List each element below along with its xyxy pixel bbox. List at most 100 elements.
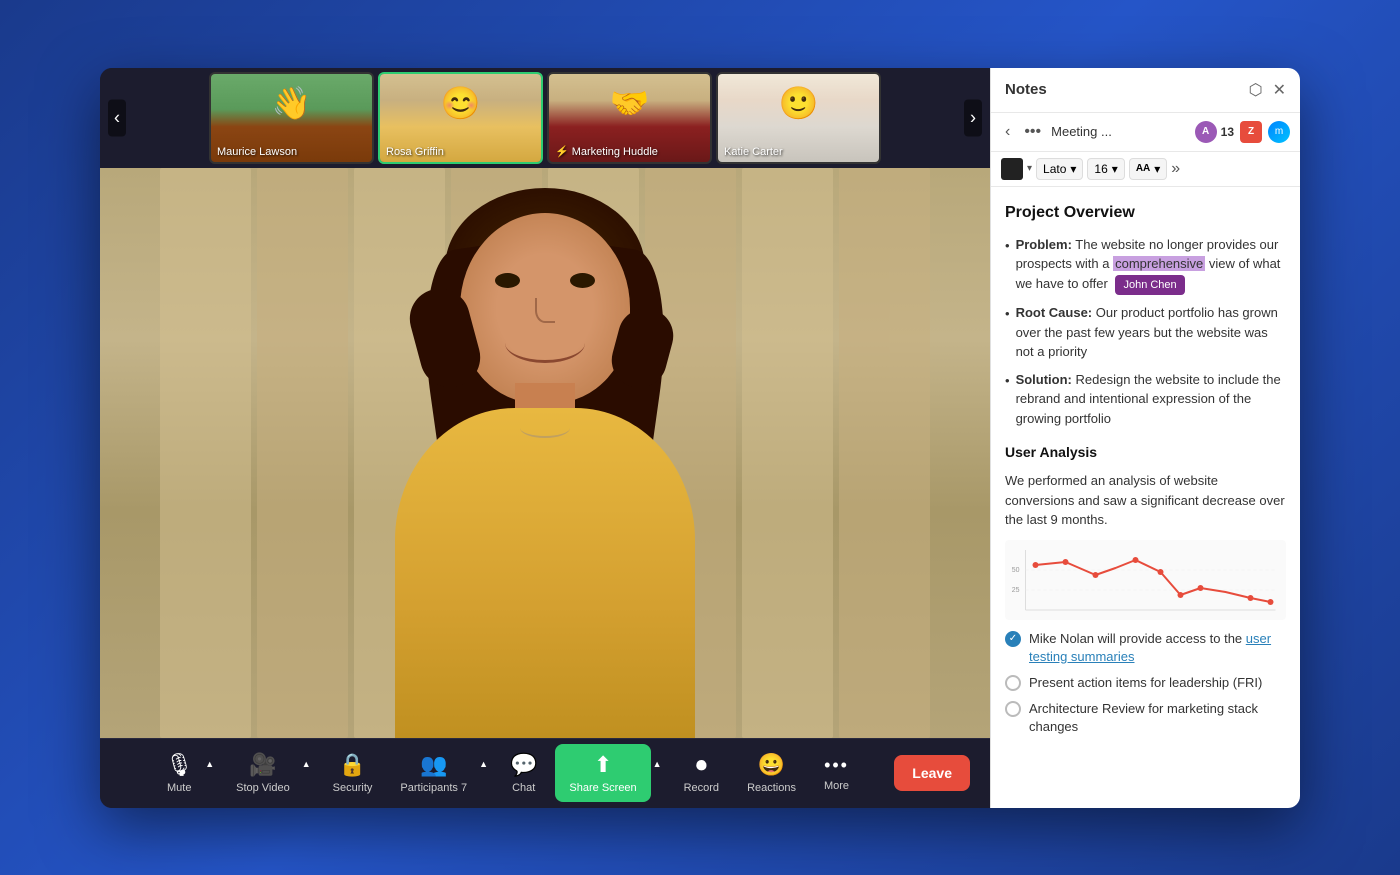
more-icon: •••	[824, 755, 849, 776]
mute-button[interactable]: 🎙 Mute	[155, 746, 203, 800]
chart-svg: 50 25	[1005, 540, 1286, 620]
reactions-label: Reactions	[747, 782, 796, 794]
notes-menu-button[interactable]: •••	[1020, 121, 1045, 143]
mic-icon: 🎙	[165, 752, 193, 778]
solution-label: Solution:	[1016, 372, 1072, 387]
participant-count: A 13	[1195, 121, 1234, 143]
svg-text:25: 25	[1012, 587, 1020, 594]
main-video-bg	[100, 168, 990, 738]
video-arrow-button[interactable]: ▲	[300, 753, 315, 793]
todo-text-1: Mike Nolan will provide access to the us…	[1029, 630, 1286, 666]
stop-video-button[interactable]: 🎥 Stop Video	[226, 746, 300, 800]
notes-panel-title: Notes	[1005, 81, 1047, 98]
security-button[interactable]: 🔒 Security	[323, 746, 383, 800]
participant-number: 13	[1221, 125, 1234, 139]
thumbnail-4[interactable]: 🙂 Katie Carter	[716, 72, 881, 164]
security-icon: 🔒	[339, 752, 366, 778]
text-aa-chevron: ▾	[1154, 162, 1160, 176]
notes-heading-2: User Analysis	[1005, 442, 1286, 463]
root-cause-label: Root Cause:	[1016, 305, 1093, 320]
todo-item-2: Present action items for leadership (FRI…	[1005, 674, 1286, 692]
todo-text-3: Architecture Review for marketing stack …	[1029, 700, 1286, 736]
font-family-chevron: ▾	[1070, 162, 1076, 176]
bullet-problem: • Problem: The website no longer provide…	[1005, 235, 1286, 296]
todo-item-3: Architecture Review for marketing stack …	[1005, 700, 1286, 736]
font-family-dropdown[interactable]: Lato ▾	[1036, 158, 1083, 180]
participants-button[interactable]: 👥 Participants 7	[390, 746, 477, 800]
thumbnail-label-4: Katie Carter	[724, 146, 783, 158]
todo-text-2: Present action items for leadership (FRI…	[1029, 674, 1262, 692]
bullet-dot-2: •	[1005, 304, 1010, 362]
notes-close-icon[interactable]: ✕	[1273, 80, 1286, 100]
mute-group: 🎙 Mute ▲	[155, 746, 218, 800]
thumbnails-prev-button[interactable]: ‹	[108, 99, 126, 136]
notes-external-icon[interactable]: ⬡	[1249, 80, 1263, 100]
highlighted-text: comprehensive	[1113, 256, 1205, 271]
video-group: 🎥 Stop Video ▲	[226, 746, 315, 800]
main-video	[100, 168, 990, 738]
app-window: ✓ ‹ 👋 Maurice Lawson 😊 Rosa Griffin	[100, 68, 1300, 808]
thumbnails-next-button[interactable]: ›	[964, 99, 982, 136]
solution-text: Solution: Redesign the website to includ…	[1016, 370, 1286, 429]
more-label: More	[824, 780, 849, 792]
bullet-root-cause: • Root Cause: Our product portfolio has …	[1005, 303, 1286, 362]
todo-checkbox-3[interactable]	[1005, 701, 1021, 717]
participants-group: 👥 Participants 7 ▲	[390, 746, 492, 800]
record-icon: ⏺	[696, 752, 707, 778]
mute-label: Mute	[167, 782, 191, 794]
user-analysis-text: We performed an analysis of website conv…	[1005, 471, 1286, 530]
thumbnails-bar: ‹ 👋 Maurice Lawson 😊 Rosa Griffin	[100, 68, 990, 168]
thumbnail-label-1: Maurice Lawson	[217, 146, 297, 158]
problem-text: Problem: The website no longer provides …	[1016, 235, 1286, 296]
thumbnail-2[interactable]: 😊 Rosa Griffin	[378, 72, 543, 164]
video-area: ✓ ‹ 👋 Maurice Lawson 😊 Rosa Griffin	[100, 68, 990, 808]
record-button[interactable]: ⏺ Record	[674, 746, 729, 800]
share-screen-button[interactable]: ⬆ Share Screen	[555, 744, 650, 802]
mute-arrow-button[interactable]: ▲	[203, 753, 218, 793]
bullet-dot-3: •	[1005, 371, 1010, 429]
bullet-solution: • Solution: Redesign the website to incl…	[1005, 370, 1286, 429]
todo-checkbox-2[interactable]	[1005, 675, 1021, 691]
todo-item-1: ✓ Mike Nolan will provide access to the …	[1005, 630, 1286, 666]
participant-avatar: A	[1195, 121, 1217, 143]
thumbnail-3[interactable]: 🤝 ⚡Marketing Huddle	[547, 72, 712, 164]
toolbar: 🎙 Mute ▲ 🎥 Stop Video ▲	[100, 738, 990, 808]
notes-meeting-title: Meeting ...	[1051, 124, 1189, 139]
messenger-icon: m	[1268, 121, 1290, 143]
more-button[interactable]: ••• More	[814, 749, 859, 798]
format-square[interactable]	[1001, 158, 1023, 180]
share-screen-label: Share Screen	[569, 782, 636, 794]
chat-icon: 💬	[510, 752, 537, 778]
reactions-icon: 😀	[758, 752, 785, 778]
stop-video-label: Stop Video	[236, 782, 290, 794]
thumbnail-label-3: ⚡Marketing Huddle	[555, 145, 658, 158]
thumbnails-list: 👋 Maurice Lawson 😊 Rosa Griffin 🤝 ⚡Ma	[140, 72, 950, 164]
mute-chevron-icon: ▲	[205, 759, 214, 769]
chat-label: Chat	[512, 782, 535, 794]
reactions-button[interactable]: 😀 Reactions	[737, 746, 806, 800]
text-size-aa[interactable]: AA ▾	[1129, 158, 1167, 180]
share-screen-arrow-button[interactable]: ▲	[651, 753, 666, 793]
notes-header-icons: ⬡ ✕	[1249, 80, 1286, 100]
participants-arrow-button[interactable]: ▲	[477, 753, 492, 793]
problem-label: Problem:	[1016, 237, 1072, 252]
format-square-chevron[interactable]: ▾	[1027, 163, 1032, 174]
leave-button[interactable]: Leave	[894, 755, 970, 791]
video-chevron-icon: ▲	[302, 759, 311, 769]
font-size-dropdown[interactable]: 16 ▾	[1087, 158, 1124, 180]
format-more-button[interactable]: »	[1171, 160, 1180, 178]
notes-heading-1: Project Overview	[1005, 201, 1286, 225]
notes-toolbar-row: ‹ ••• Meeting ... A 13 Z m	[991, 113, 1300, 152]
zoom-icon: Z	[1240, 121, 1262, 143]
notes-panel: Notes ⬡ ✕ ‹ ••• Meeting ... A 13 Z m ▾ L…	[990, 68, 1300, 808]
todo-checkbox-1[interactable]: ✓	[1005, 631, 1021, 647]
bullet-dot-1: •	[1005, 236, 1010, 296]
thumbnail-1[interactable]: 👋 Maurice Lawson	[209, 72, 374, 164]
svg-text:50: 50	[1012, 567, 1020, 574]
font-size-chevron: ▾	[1112, 162, 1118, 176]
participants-label: Participants 7	[400, 782, 467, 794]
record-label: Record	[684, 782, 719, 794]
chat-button[interactable]: 💬 Chat	[500, 746, 547, 800]
notes-format-row: ▾ Lato ▾ 16 ▾ AA ▾ »	[991, 152, 1300, 187]
notes-back-button[interactable]: ‹	[1001, 121, 1014, 143]
